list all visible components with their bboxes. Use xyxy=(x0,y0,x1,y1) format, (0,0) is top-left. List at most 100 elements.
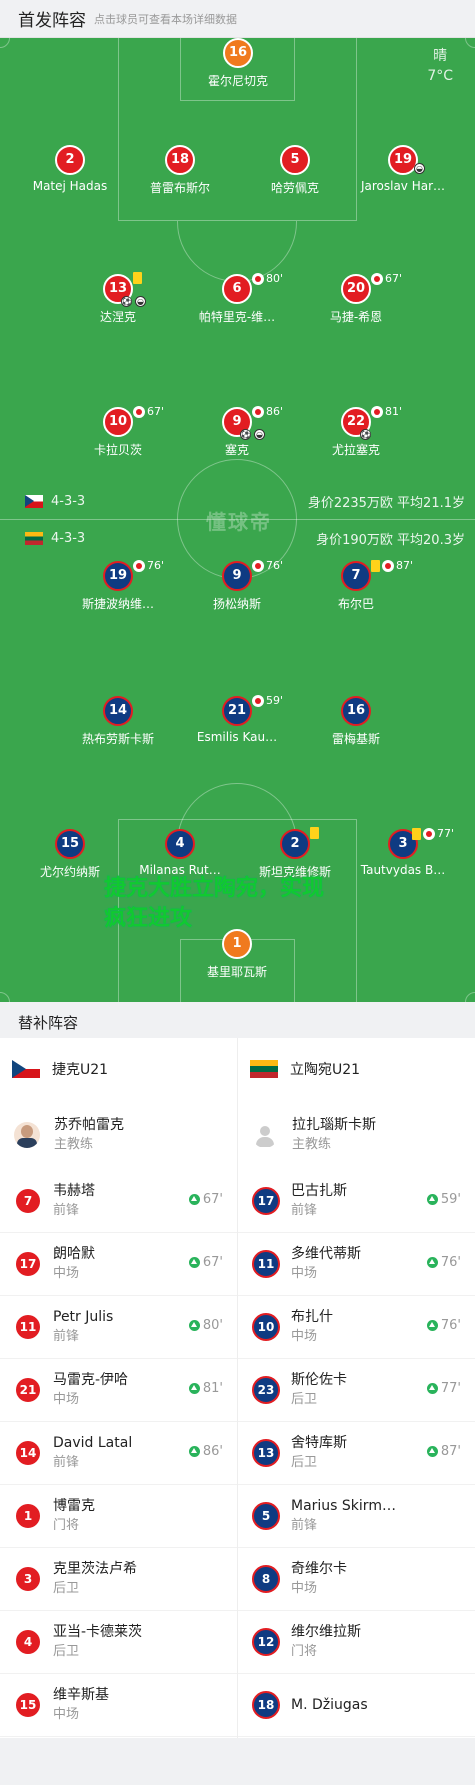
bench-player-row[interactable]: 5 Marius Skirm… 前锋 xyxy=(238,1485,475,1548)
sub-off-icon xyxy=(133,405,145,418)
assist-ball-icon: ◒ xyxy=(414,163,425,174)
bench-player-row[interactable]: 13 舍特库斯 后卫 87' xyxy=(238,1422,475,1485)
sub-minute: 59' xyxy=(440,1192,461,1207)
goal-ball-icon: ⚽ xyxy=(121,296,132,307)
bench-player-row[interactable]: 23 斯伦佐卡 后卫 77' xyxy=(238,1359,475,1422)
sub-on-icon xyxy=(426,1320,438,1331)
player-name: 奇维尔卡 xyxy=(291,1561,347,1577)
player-name: 维辛斯基 xyxy=(53,1687,109,1703)
shirt-number: 18 xyxy=(252,1691,280,1719)
sub-on-indicator: 77' xyxy=(426,1381,461,1396)
away-team-stats: 身价190万欧 平均20.3岁 xyxy=(316,533,465,548)
bench-player-row[interactable]: 11 多维代蒂斯 中场 76' xyxy=(238,1233,475,1296)
shirt-number: 5 xyxy=(252,1502,280,1530)
sub-off-icon xyxy=(371,405,383,418)
home-formation: 4-3-3 xyxy=(51,494,86,509)
sub-minute: 67' xyxy=(202,1255,223,1270)
player-marker[interactable]: 16 霍尔尼切克 xyxy=(158,38,318,89)
sub-on-icon xyxy=(188,1257,200,1268)
shirt-number: 15 xyxy=(14,1691,42,1719)
player-name: 克里茨法卢希 xyxy=(53,1561,137,1577)
headline-overlay[interactable]: 捷克大胜立陶宛，实现 疯狂进攻 xyxy=(104,874,324,934)
bench-player-row[interactable]: 3 克里茨法卢希 后卫 xyxy=(0,1548,237,1611)
shirt-number: 21 xyxy=(222,696,252,726)
player-marker[interactable]: 3 77' Tautvydas B… xyxy=(323,827,475,877)
player-marker[interactable]: 19 ◒ Jaroslav Har… xyxy=(323,145,475,193)
bench-player-row[interactable]: 1 博雷克 门将 xyxy=(0,1485,237,1548)
corner-arc xyxy=(0,38,10,48)
player-position: 门将 xyxy=(291,1644,318,1659)
home-bench: 捷克U21 苏乔帕雷克 主教练 7 韦赫塔 前锋 67' 17 朗哈默 中场 67' 11 Petr… xyxy=(0,1038,237,1738)
shirt-number: 6 xyxy=(222,274,252,304)
player-position: 中场 xyxy=(53,1266,80,1281)
sub-minute: 86' xyxy=(202,1444,223,1459)
assist-ball-icon: ◒ xyxy=(135,296,146,307)
player-marker[interactable]: 20 67' 马捷-希恩 xyxy=(276,272,436,325)
shirt-number: 23 xyxy=(252,1376,280,1404)
coach-role: 主教练 xyxy=(292,1137,332,1152)
sub-minute: 76' xyxy=(440,1255,461,1270)
yellow-card-icon xyxy=(310,827,319,839)
bench-player-row[interactable]: 17 巴古扎斯 前锋 59' xyxy=(238,1170,475,1233)
sub-minute: 77' xyxy=(437,827,455,840)
player-marker[interactable]: 1 基里耶瓦斯 xyxy=(157,929,317,980)
home-team-stats: 身价2235万欧 平均21.1岁 xyxy=(307,496,465,511)
player-position: 后卫 xyxy=(291,1455,318,1470)
lithuania-flag-icon xyxy=(25,532,43,545)
player-position: 中场 xyxy=(291,1266,318,1281)
sub-on-indicator: 81' xyxy=(188,1381,223,1396)
lithuania-flag-icon xyxy=(250,1060,278,1078)
headline-line: 疯狂进攻 xyxy=(104,906,193,931)
sub-off-icon xyxy=(382,559,394,572)
team-name: 立陶宛U21 xyxy=(290,1062,361,1078)
player-position: 前锋 xyxy=(53,1329,80,1344)
headline-line: 捷克大胜立陶宛，实现 xyxy=(104,876,325,901)
shirt-number: 2 xyxy=(55,145,85,175)
bench-player-row[interactable]: 12 维尔维拉斯 门将 xyxy=(238,1611,475,1674)
bench-player-row[interactable]: 14 David Latal 前锋 86' xyxy=(0,1422,237,1485)
bench-panel: 捷克U21 苏乔帕雷克 主教练 7 韦赫塔 前锋 67' 17 朗哈默 中场 67' 11 Petr… xyxy=(0,1038,475,1738)
bench-player-row[interactable]: 10 布扎什 中场 76' xyxy=(238,1296,475,1359)
bench-player-row[interactable]: 8 奇维尔卡 中场 xyxy=(238,1548,475,1611)
sub-on-indicator: 87' xyxy=(426,1444,461,1459)
coach-row[interactable]: 苏乔帕雷克 主教练 xyxy=(0,1100,237,1170)
weather: 晴 7°C xyxy=(427,46,453,86)
player-marker[interactable]: 22 81' ⚽ 尤拉塞克 xyxy=(276,405,436,458)
sub-off-icon xyxy=(133,559,145,572)
czech-flag-icon xyxy=(25,495,43,508)
shirt-number: 12 xyxy=(252,1628,280,1656)
goal-ball-icon: ⚽ xyxy=(240,429,251,440)
player-name: 亚当-卡德莱茨 xyxy=(53,1624,143,1640)
player-position: 中场 xyxy=(291,1329,318,1344)
bench-player-row[interactable]: 4 亚当-卡德莱茨 后卫 xyxy=(0,1611,237,1674)
sub-minute: 87' xyxy=(396,559,414,572)
player-marker[interactable]: 16 雷梅基斯 xyxy=(276,696,436,747)
away-formation: 4-3-3 xyxy=(51,531,86,546)
bench-player-row[interactable]: 7 韦赫塔 前锋 67' xyxy=(0,1170,237,1233)
shirt-number: 1 xyxy=(14,1502,42,1530)
player-position: 前锋 xyxy=(53,1203,80,1218)
player-position: 后卫 xyxy=(53,1644,80,1659)
player-name: Jaroslav Har… xyxy=(360,179,446,193)
yellow-card-icon xyxy=(133,272,142,284)
sub-minute: 67' xyxy=(385,272,403,285)
bench-player-row[interactable]: 17 朗哈默 中场 67' xyxy=(0,1233,237,1296)
shirt-number: 14 xyxy=(103,696,133,726)
bench-player-row[interactable]: 18 M. Džiugas xyxy=(238,1674,475,1737)
sub-minute: 80' xyxy=(202,1318,223,1333)
away-bench-team: 立陶宛U21 xyxy=(238,1038,475,1100)
coach-row[interactable]: 拉扎瑙斯卡斯 主教练 xyxy=(238,1100,475,1170)
lineup-header: 首发阵容 点击球员可查看本场详细数据 xyxy=(0,0,475,38)
bench-player-row[interactable]: 11 Petr Julis 前锋 80' xyxy=(0,1296,237,1359)
shirt-number: 8 xyxy=(252,1565,280,1593)
player-marker[interactable]: 7 87' 布尔巴 xyxy=(276,559,436,612)
shirt-number: 19 xyxy=(103,561,133,591)
coach-avatar xyxy=(252,1122,278,1148)
bench-player-row[interactable]: 21 马雷克-伊哈 中场 81' xyxy=(0,1359,237,1422)
corner-arc xyxy=(465,38,475,48)
shirt-number: 17 xyxy=(14,1250,42,1278)
player-name: 多维代蒂斯 xyxy=(291,1246,361,1262)
bench-player-row[interactable]: 15 维辛斯基 中场 xyxy=(0,1674,237,1737)
player-name: 韦赫塔 xyxy=(53,1183,95,1199)
player-name: 巴古扎斯 xyxy=(291,1183,347,1199)
